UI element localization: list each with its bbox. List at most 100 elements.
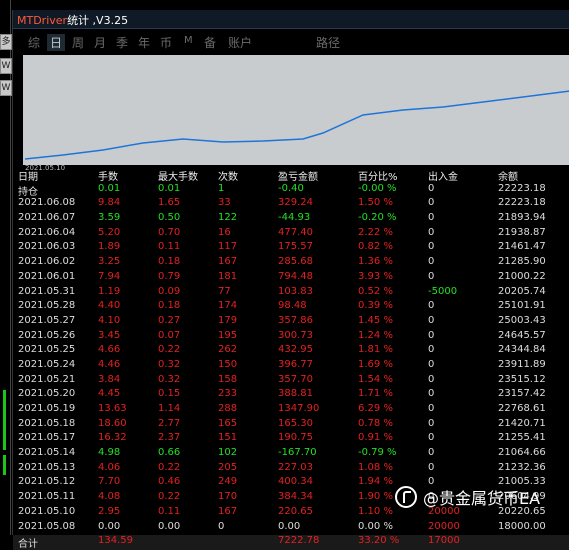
- row-date: 2021.05.10: [18, 505, 76, 517]
- tab-yearly[interactable]: 年: [138, 34, 150, 51]
- row-profit-loss: 175.57: [278, 241, 313, 253]
- total-lots: 134.59: [98, 535, 133, 547]
- row-profit-loss: 0.00: [278, 520, 301, 532]
- row-count: 77: [218, 285, 231, 297]
- table-row[interactable]: 2021.05.21 3.84 0.32 158 357.70 1.54 % 0 23515.…: [13, 374, 569, 389]
- left-toolbar-button-3[interactable]: W: [0, 80, 12, 96]
- watermark-logo-icon: [395, 486, 417, 508]
- row-deposit-withdrawal: 0: [428, 417, 435, 429]
- row-date: 2021.05.19: [18, 403, 76, 414]
- table-row[interactable]: 2021.06.07 3.59 0.50 122 -44.93 -0.20 % 0 21893…: [13, 212, 569, 227]
- holding-row[interactable]: 持仓 0.01 0.01 1 -0.40 -0.00 % 0 22223.18: [13, 183, 569, 198]
- row-lots: 4.08: [98, 491, 121, 503]
- row-max-lots: 0.11: [158, 241, 181, 253]
- row-profit-loss: 477.40: [278, 226, 313, 238]
- table-row[interactable]: 2021.05.27 4.10 0.27 179 357.86 1.45 % 0 25003.…: [13, 315, 569, 330]
- row-count: 151: [218, 432, 238, 444]
- table-row[interactable]: 2021.05.08 0.00 0.00 0 0.00 0.00 % 20000 18000.…: [13, 521, 569, 536]
- table-row[interactable]: 2021.06.03 1.89 0.11 117 175.57 0.82 % 0 21461.…: [13, 241, 569, 256]
- table-row[interactable]: 2021.06.02 3.25 0.18 167 285.68 1.36 % 0 21285.…: [13, 256, 569, 271]
- row-count: 288: [218, 403, 238, 414]
- row-balance: 20205.74: [498, 285, 546, 297]
- table-row[interactable]: 2021.05.28 4.40 0.18 174 98.48 0.39 % 0 25101.9…: [13, 300, 569, 315]
- table-row[interactable]: 2021.05.31 1.19 0.09 77 103.83 0.52 % -5000 202…: [13, 286, 569, 301]
- row-balance: 23157.42: [498, 388, 546, 400]
- row-date: 2021.05.27: [18, 314, 76, 326]
- row-date: 2021.05.08: [18, 520, 76, 532]
- left-toolbar-button-1[interactable]: 多: [0, 34, 12, 50]
- row-percent: 1.50 %: [358, 197, 393, 209]
- row-date: 2021.06.01: [18, 270, 76, 282]
- row-balance: 25101.91: [498, 300, 546, 312]
- row-deposit-withdrawal: 20000: [428, 520, 460, 532]
- row-percent: 1.36 %: [358, 256, 393, 268]
- row-deposit-withdrawal: 0: [428, 461, 435, 473]
- table-row[interactable]: 2021.05.24 4.46 0.32 150 396.77 1.69 % 0 23911.…: [13, 359, 569, 374]
- row-max-lots: 0.66: [158, 447, 181, 459]
- row-percent: 0.00 %: [358, 520, 393, 532]
- tab-weekly[interactable]: 周: [72, 34, 84, 51]
- row-lots: 4.40: [98, 300, 121, 312]
- tab-notes[interactable]: 备: [204, 34, 216, 51]
- row-lots: 7.94: [98, 270, 121, 282]
- row-date: 2021.06.03: [18, 241, 76, 253]
- row-profit-loss: 357.86: [278, 314, 313, 326]
- holding-lots: 0.01: [98, 182, 121, 194]
- total-row: 合计 134.59 7222.78 33.20 % 17000: [13, 535, 569, 550]
- row-balance: 21420.71: [498, 417, 546, 429]
- row-count: 16: [218, 226, 231, 238]
- row-percent: 0.52 %: [358, 285, 393, 297]
- table-row[interactable]: 2021.05.25 4.66 0.22 262 432.95 1.81 % 0 24344.…: [13, 344, 569, 359]
- row-max-lots: 0.70: [158, 226, 181, 238]
- row-balance: 22768.61: [498, 403, 546, 414]
- row-deposit-withdrawal: 0: [428, 403, 435, 414]
- row-count: 205: [218, 461, 238, 473]
- tab-daily[interactable]: 日: [47, 34, 66, 51]
- row-balance: 24645.57: [498, 329, 546, 341]
- row-lots: 7.70: [98, 476, 121, 488]
- table-row[interactable]: 2021.05.26 3.45 0.07 195 300.73 1.24 % 0 24645.…: [13, 330, 569, 345]
- tab-quarterly[interactable]: 季: [116, 34, 128, 51]
- row-profit-loss: 396.77: [278, 358, 313, 370]
- tab-overview[interactable]: 综: [28, 34, 40, 51]
- left-toolbar-strip: 多 W W: [0, 0, 12, 535]
- row-balance: 21255.41: [498, 432, 546, 444]
- table-row[interactable]: 2021.05.18 18.60 2.77 165 165.30 0.78 % 0 21420…: [13, 418, 569, 433]
- header-max-lots: 最大手数: [158, 172, 198, 183]
- row-profit-loss: 357.70: [278, 373, 313, 385]
- row-date: 2021.05.18: [18, 417, 76, 429]
- table-row[interactable]: 2021.05.19 13.63 1.14 288 1347.90 6.29 % 0 2276…: [13, 403, 569, 418]
- tab-monthly[interactable]: 月: [94, 34, 106, 51]
- title-bar[interactable]: MTDriver统计 ,V3.25: [13, 10, 569, 29]
- row-profit-loss: 384.34: [278, 491, 313, 503]
- row-profit-loss: 388.81: [278, 388, 313, 400]
- row-balance: 25003.43: [498, 314, 546, 326]
- table-row[interactable]: 2021.05.17 16.32 2.37 151 190.75 0.91 % 0 21255…: [13, 432, 569, 447]
- table-row[interactable]: 2021.06.04 5.20 0.70 16 477.40 2.22 % 0 21938.8…: [13, 227, 569, 242]
- table-row[interactable]: 2021.06.01 7.94 0.79 181 794.48 3.93 % 0 21000.…: [13, 271, 569, 286]
- table-row[interactable]: 2021.05.14 4.98 0.66 102 -167.70 -0.79 % 0 2106…: [13, 447, 569, 462]
- tab-m[interactable]: M: [184, 35, 193, 46]
- row-percent: 1.69 %: [358, 358, 393, 370]
- tab-path[interactable]: 路径: [316, 34, 340, 51]
- row-count: 33: [218, 197, 231, 209]
- table-row[interactable]: 2021.06.08 9.84 1.65 33 329.24 1.50 % 0 22223.1…: [13, 197, 569, 212]
- table-row[interactable]: 2021.05.20 4.45 0.15 233 388.81 1.71 % 0 23157.…: [13, 388, 569, 403]
- row-count: 117: [218, 241, 238, 253]
- table-row[interactable]: 2021.05.13 4.06 0.22 205 227.03 1.08 % 0 21232.…: [13, 462, 569, 477]
- row-profit-loss: 220.65: [278, 505, 313, 517]
- row-deposit-withdrawal: 0: [428, 226, 435, 238]
- row-max-lots: 2.77: [158, 417, 181, 429]
- row-max-lots: 0.22: [158, 344, 181, 356]
- row-count: 102: [218, 447, 238, 459]
- row-percent: 1.10 %: [358, 505, 393, 517]
- row-lots: 3.45: [98, 329, 121, 341]
- tab-currency[interactable]: 币: [160, 34, 172, 51]
- row-count: 249: [218, 476, 238, 488]
- row-count: 181: [218, 270, 238, 282]
- left-toolbar-button-2[interactable]: W: [0, 58, 12, 74]
- tab-account[interactable]: 账户: [228, 34, 252, 51]
- row-profit-loss: 1347.90: [278, 403, 320, 414]
- header-percent: 百分比%: [358, 172, 398, 183]
- row-profit-loss: 432.95: [278, 344, 313, 356]
